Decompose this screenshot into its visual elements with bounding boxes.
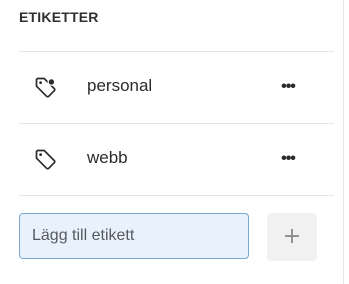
tag-row-webb[interactable]: webb ••• (19, 123, 334, 195)
tag-label: personal (87, 76, 153, 95)
tag-active-icon (33, 75, 59, 101)
more-options-button[interactable]: ••• (276, 77, 300, 97)
tag-row-personal[interactable]: personal ••• (19, 51, 334, 123)
tag-label: webb (87, 148, 128, 167)
panel-heading: ETIKETTER (19, 9, 99, 25)
add-tag-button[interactable]: + (267, 213, 317, 261)
tags-panel: ETIKETTER personal ••• webb ••• + (0, 0, 349, 284)
tag-icon (33, 147, 59, 173)
panel-border (343, 0, 344, 284)
add-tag-input[interactable] (19, 213, 249, 259)
divider (19, 195, 334, 196)
more-options-button[interactable]: ••• (276, 149, 300, 169)
